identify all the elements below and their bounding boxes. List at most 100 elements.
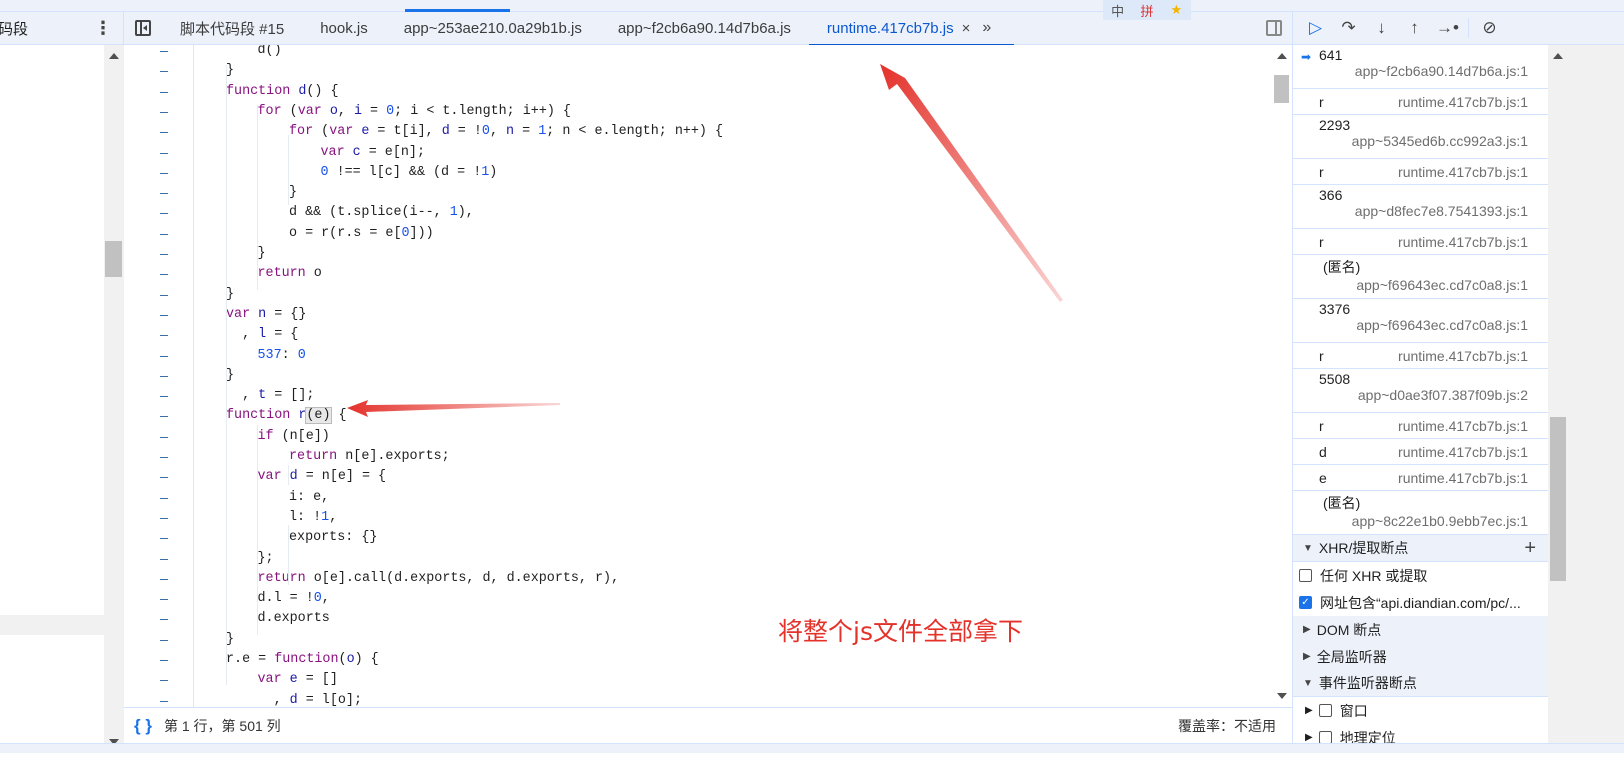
line-number-placeholder[interactable] xyxy=(160,335,168,337)
line-number-placeholder[interactable] xyxy=(160,619,168,621)
line-number-placeholder[interactable] xyxy=(160,700,168,702)
line-number-placeholder[interactable] xyxy=(160,294,168,296)
frame-location[interactable]: runtime.417cb7b.js:1 xyxy=(1398,348,1528,364)
xhr-breakpoints-header[interactable]: ▼ XHR/提取断点 + xyxy=(1293,535,1548,562)
scroll-up-icon[interactable] xyxy=(1553,53,1563,59)
xhr-breakpoint-any[interactable]: 任何 XHR 或提取 xyxy=(1293,562,1548,589)
call-frame[interactable]: r runtime.417cb7b.js:1 xyxy=(1293,89,1548,115)
code-line[interactable]: o = r(r.s = e[0])) xyxy=(289,224,434,244)
call-frame[interactable]: r runtime.417cb7b.js:1 xyxy=(1293,413,1548,439)
frame-location[interactable]: app~5345ed6b.cc992a3.js:1 xyxy=(1319,133,1540,149)
line-gutter[interactable] xyxy=(124,45,194,707)
ime-skin-icon[interactable]: 拼 xyxy=(1133,1,1161,20)
code-line[interactable]: var c = e[n]; xyxy=(321,143,426,163)
call-frame[interactable]: 5508 app~d0ae3f07.387f09b.js:2 xyxy=(1293,369,1548,413)
line-number-placeholder[interactable] xyxy=(160,497,168,499)
tab-hook-js[interactable]: hook.js xyxy=(302,12,386,45)
code-line[interactable]: , t = []; xyxy=(226,386,314,406)
debugger-scrollbar[interactable] xyxy=(1548,45,1568,743)
code-line[interactable]: d() xyxy=(258,45,282,61)
editor-scrollbar[interactable] xyxy=(1272,45,1292,707)
ime-chinese-icon[interactable]: 中 xyxy=(1104,1,1132,20)
navigator-scrollbar[interactable] xyxy=(104,45,124,753)
event-category-window[interactable]: ▶ 窗口 xyxy=(1293,697,1548,724)
call-frame[interactable]: r runtime.417cb7b.js:1 xyxy=(1293,343,1548,369)
code-line[interactable]: d && (t.splice(i--, 1), xyxy=(289,203,474,223)
call-frame[interactable]: r runtime.417cb7b.js:1 xyxy=(1293,229,1548,255)
frame-location[interactable]: app~d8fec7e8.7541393.js:1 xyxy=(1319,203,1540,219)
toggle-debugger-sidebar-icon[interactable] xyxy=(1266,20,1282,36)
call-frame[interactable]: 366 app~d8fec7e8.7541393.js:1 xyxy=(1293,185,1548,229)
code-line[interactable]: return o xyxy=(258,264,322,284)
tab-app-253ae210[interactable]: app~253ae210.0a29b1b.js xyxy=(386,12,600,45)
event-listener-breakpoints-header[interactable]: ▼ 事件监听器断点 xyxy=(1293,670,1548,697)
scrollbar-thumb[interactable] xyxy=(1274,75,1289,103)
toggle-navigator-button[interactable] xyxy=(124,20,162,36)
code-line[interactable]: function r(e) { xyxy=(226,406,347,426)
frame-location[interactable]: runtime.417cb7b.js:1 xyxy=(1398,94,1528,110)
line-number-placeholder[interactable] xyxy=(160,193,168,195)
line-number-placeholder[interactable] xyxy=(160,254,168,255)
line-number-placeholder[interactable] xyxy=(160,314,168,316)
dom-breakpoints-header[interactable]: ▶ DOM 断点 xyxy=(1293,616,1548,643)
call-frame[interactable]: 2293 app~5345ed6b.cc992a3.js:1 xyxy=(1293,115,1548,159)
tab-runtime-js[interactable]: runtime.417cb7b.js × xyxy=(808,12,1014,46)
checkbox[interactable] xyxy=(1299,569,1312,582)
line-number-placeholder[interactable] xyxy=(160,416,168,418)
more-options-icon[interactable]: ⋮ xyxy=(94,18,112,39)
global-listeners-header[interactable]: ▶ 全局监听器 xyxy=(1293,643,1548,670)
step-icon[interactable]: →• xyxy=(1431,12,1464,45)
line-number-placeholder[interactable] xyxy=(160,396,168,398)
code-line[interactable]: } xyxy=(226,285,234,305)
frame-location[interactable]: app~d0ae3f07.387f09b.js:2 xyxy=(1319,387,1540,403)
line-number-placeholder[interactable] xyxy=(160,660,168,661)
collapse-triangle-icon[interactable]: ▶ xyxy=(1305,705,1313,716)
xhr-breakpoint-url[interactable]: ✓ 网址包含“api.diandian.com/pc/... xyxy=(1293,589,1548,616)
line-number-placeholder[interactable] xyxy=(160,538,168,540)
scroll-down-icon[interactable] xyxy=(1277,693,1287,699)
line-number-placeholder[interactable] xyxy=(160,436,168,438)
line-number-placeholder[interactable] xyxy=(160,517,168,519)
line-number-placeholder[interactable] xyxy=(160,477,168,479)
code-content[interactable]: d()} function d() {for (var o, i = 0; i <… xyxy=(194,45,1272,707)
scroll-up-icon[interactable] xyxy=(1277,53,1287,59)
add-breakpoint-icon[interactable]: + xyxy=(1524,537,1536,560)
code-line[interactable]: exports: {} xyxy=(289,528,377,548)
code-line[interactable]: for (var o, i = 0; i < t.length; i++) { xyxy=(258,102,571,122)
code-line[interactable]: d.exports xyxy=(258,609,330,629)
line-number-placeholder[interactable] xyxy=(160,599,168,601)
collapse-triangle-icon[interactable]: ▶ xyxy=(1305,732,1313,743)
line-number-placeholder[interactable] xyxy=(160,680,168,682)
code-line[interactable]: var e = [] xyxy=(258,670,338,690)
scrollbar-thumb[interactable] xyxy=(1550,417,1566,581)
line-number-placeholder[interactable] xyxy=(160,51,168,52)
code-line[interactable]: 537: 0 xyxy=(258,346,306,366)
code-line[interactable]: } xyxy=(226,61,234,81)
navigator-row[interactable] xyxy=(0,615,104,635)
line-number-placeholder[interactable] xyxy=(160,91,168,93)
call-frame[interactable]: ➡ 641 app~f2cb6a90.14d7b6a.js:1 xyxy=(1293,45,1548,89)
line-number-placeholder[interactable] xyxy=(160,375,168,377)
code-line[interactable]: i: e, xyxy=(289,488,329,508)
code-line[interactable]: var d = n[e] = { xyxy=(258,467,387,487)
code-line[interactable]: , d = l[o]; xyxy=(258,691,362,707)
line-number-placeholder[interactable] xyxy=(160,274,168,276)
scroll-up-icon[interactable] xyxy=(109,53,119,59)
step-over-icon[interactable]: ↷ xyxy=(1332,12,1365,45)
call-frame[interactable]: (匿名) app~8c22e1b0.9ebb7ec.js:1 xyxy=(1293,491,1548,535)
code-line[interactable]: } xyxy=(226,366,234,386)
step-out-icon[interactable]: ↑ xyxy=(1398,12,1431,45)
call-frame[interactable]: r runtime.417cb7b.js:1 xyxy=(1293,159,1548,185)
line-number-placeholder[interactable] xyxy=(160,457,168,458)
frame-location[interactable]: app~f69643ec.cd7c0a8.js:1 xyxy=(1319,317,1540,333)
checkbox[interactable] xyxy=(1318,704,1332,717)
line-number-placeholder[interactable] xyxy=(160,233,168,235)
tab-snippet-15[interactable]: 脚本代码段 #15 xyxy=(162,12,302,45)
checkbox-checked[interactable]: ✓ xyxy=(1299,596,1312,609)
line-number-placeholder[interactable] xyxy=(160,132,168,134)
code-editor[interactable]: d()} function d() {for (var o, i = 0; i <… xyxy=(124,45,1272,707)
navigator-tab-snippets[interactable]: 码段 xyxy=(0,18,28,39)
frame-location[interactable]: app~f2cb6a90.14d7b6a.js:1 xyxy=(1319,63,1540,79)
ime-star-icon[interactable]: ★ xyxy=(1162,2,1190,18)
code-line[interactable]: return n[e].exports; xyxy=(289,447,450,467)
